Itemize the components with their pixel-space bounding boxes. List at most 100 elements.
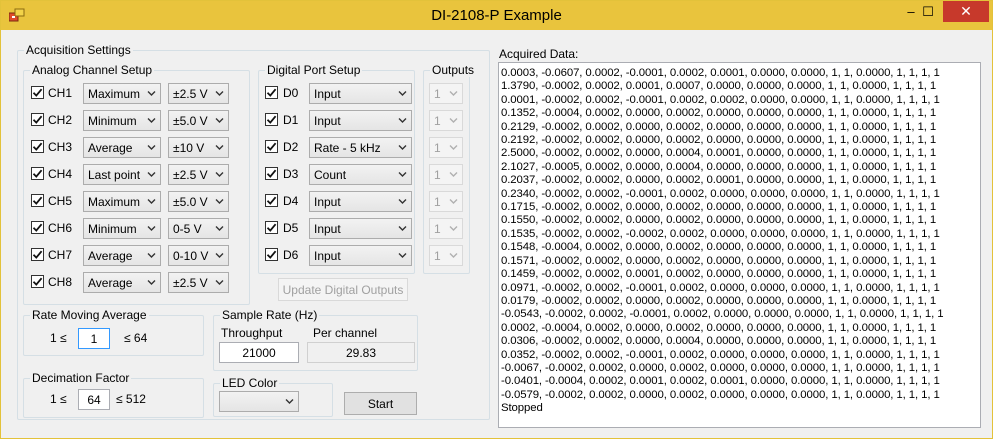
ch3-range-select[interactable]: ±10 V	[168, 137, 229, 158]
output-d0-select[interactable]: 1	[429, 83, 463, 104]
ch7-label: CH7	[48, 248, 73, 262]
output-d5-select[interactable]: 1	[429, 218, 463, 239]
ch2-checkbox[interactable]	[31, 113, 44, 126]
output-d3-select[interactable]: 1	[429, 164, 463, 185]
title-bar[interactable]: DI-2108-P Example – ☐ ✕	[1, 1, 992, 30]
chevron-down-icon	[215, 280, 224, 285]
ch2-range-select[interactable]: ±5.0 V	[168, 110, 229, 131]
ch5-mode-select[interactable]: Maximum	[83, 191, 161, 212]
d3-mode-value: Count	[314, 167, 347, 182]
chevron-down-icon	[147, 226, 156, 231]
checkmark-icon	[266, 142, 277, 151]
ch5-mode-value: Maximum	[88, 194, 141, 209]
data-line: 0.1459, -0.0002, 0.0002, 0.0001, 0.0002,…	[501, 268, 937, 281]
throughput-label: Throughput	[221, 326, 283, 340]
chevron-down-icon	[215, 118, 224, 123]
data-line: 0.0352, -0.0002, 0.0002, -0.0001, 0.0002…	[501, 348, 940, 361]
ch4-range-value: ±2.5 V	[173, 167, 208, 182]
output-d4-value: 1	[434, 194, 441, 209]
output-d1-select[interactable]: 1	[429, 110, 463, 131]
d1-mode-value: Input	[314, 113, 341, 128]
output-d2-select[interactable]: 1	[429, 137, 463, 158]
throughput-input[interactable]: 21000	[219, 342, 299, 363]
ch1-range-select[interactable]: ±2.5 V	[168, 83, 229, 104]
ch7-range-value: 0-10 V	[173, 248, 209, 263]
led-color-select[interactable]	[219, 391, 299, 412]
data-line: 0.0001, -0.0002, 0.0002, -0.0001, 0.0002…	[501, 93, 940, 106]
rate-moving-average-input[interactable]: 1	[78, 328, 110, 349]
ch7-mode-select[interactable]: Average	[83, 245, 161, 266]
ch8-range-select[interactable]: ±2.5 V	[168, 272, 229, 293]
output-d6-select[interactable]: 1	[429, 245, 463, 266]
ch7-checkbox[interactable]	[31, 248, 44, 261]
ch6-range-select[interactable]: 0-5 V	[168, 218, 229, 239]
decimation-max-label: ≤ 512	[116, 392, 146, 406]
ch5-checkbox[interactable]	[31, 194, 44, 207]
d1-mode-select[interactable]: Input	[309, 110, 412, 131]
ch3-checkbox[interactable]	[31, 140, 44, 153]
d6-checkbox[interactable]	[265, 248, 278, 261]
d0-checkbox[interactable]	[265, 86, 278, 99]
d5-mode-select[interactable]: Input	[309, 218, 412, 239]
window-title: DI-2108-P Example	[431, 7, 562, 24]
d4-checkbox[interactable]	[265, 194, 278, 207]
rate-moving-average-label: Rate Moving Average	[30, 308, 149, 322]
chevron-down-icon	[147, 145, 156, 150]
update-digital-outputs-button[interactable]: Update Digital Outputs	[278, 278, 408, 301]
ch8-range-value: ±2.5 V	[173, 275, 208, 290]
ch5-range-select[interactable]: ±5.0 V	[168, 191, 229, 212]
d6-mode-select[interactable]: Input	[309, 245, 412, 266]
d4-mode-value: Input	[314, 194, 341, 209]
ch2-label: CH2	[48, 113, 73, 127]
ch1-checkbox[interactable]	[31, 86, 44, 99]
ch8-checkbox[interactable]	[31, 275, 44, 288]
d1-checkbox[interactable]	[265, 113, 278, 126]
acquired-data-textbox[interactable]: 0.0003, -0.0607, 0.0002, -0.0001, 0.0002…	[498, 62, 981, 428]
d2-checkbox[interactable]	[265, 140, 278, 153]
ch6-mode-select[interactable]: Minimum	[83, 218, 161, 239]
ch6-checkbox[interactable]	[31, 221, 44, 234]
d4-mode-select[interactable]: Input	[309, 191, 412, 212]
d0-mode-select[interactable]: Input	[309, 83, 412, 104]
ch4-checkbox[interactable]	[31, 167, 44, 180]
data-line: 0.0179, -0.0002, 0.0002, 0.0000, 0.0002,…	[501, 294, 937, 307]
ch4-range-select[interactable]: ±2.5 V	[168, 164, 229, 185]
d2-mode-select[interactable]: Rate - 5 kHz	[309, 137, 412, 158]
ch7-range-select[interactable]: 0-10 V	[168, 245, 229, 266]
d5-checkbox[interactable]	[265, 221, 278, 234]
chevron-down-icon	[398, 118, 407, 123]
data-line: 0.1535, -0.0002, 0.0002, -0.0002, 0.0002…	[501, 227, 940, 240]
outputs-label: Outputs	[430, 63, 477, 77]
chevron-down-icon	[398, 172, 407, 177]
chevron-down-icon	[449, 118, 458, 123]
chevron-down-icon	[398, 199, 407, 204]
data-line: 0.0971, -0.0002, 0.0002, -0.0001, 0.0002…	[501, 281, 940, 294]
output-d4-select[interactable]: 1	[429, 191, 463, 212]
ch3-label: CH3	[48, 140, 73, 154]
d3-checkbox[interactable]	[265, 167, 278, 180]
d1-label: D1	[283, 113, 299, 127]
form-client-area: Acquisition Settings Analog Channel Setu…	[9, 31, 986, 432]
rate-moving-average-group: Rate Moving Average 1 ≤ 1 ≤ 64	[23, 308, 204, 356]
analog-channel-label: Analog Channel Setup	[30, 63, 155, 77]
output-d6-value: 1	[434, 248, 441, 263]
d3-mode-select[interactable]: Count	[309, 164, 412, 185]
rate-max-label: ≤ 64	[124, 331, 148, 345]
data-line: -0.0067, -0.0002, 0.0002, 0.0000, 0.0002…	[501, 361, 940, 374]
ch1-mode-select[interactable]: Maximum	[83, 83, 161, 104]
ch3-mode-select[interactable]: Average	[83, 137, 161, 158]
ch2-mode-select[interactable]: Minimum	[83, 110, 161, 131]
decimation-factor-input[interactable]: 64	[78, 389, 110, 410]
ch8-mode-select[interactable]: Average	[83, 272, 161, 293]
ch4-mode-select[interactable]: Last point	[83, 164, 161, 185]
maximize-button[interactable]: ☐	[915, 1, 941, 22]
acquired-data-label: Acquired Data:	[499, 47, 579, 61]
chevron-down-icon	[449, 91, 458, 96]
d0-label: D0	[283, 86, 299, 100]
d4-label: D4	[283, 194, 299, 208]
close-button[interactable]: ✕	[943, 1, 989, 22]
data-line: 0.0003, -0.0607, 0.0002, -0.0001, 0.0002…	[501, 67, 940, 79]
chevron-down-icon	[147, 91, 156, 96]
start-button[interactable]: Start	[344, 392, 417, 415]
ch7-mode-value: Average	[88, 248, 133, 263]
